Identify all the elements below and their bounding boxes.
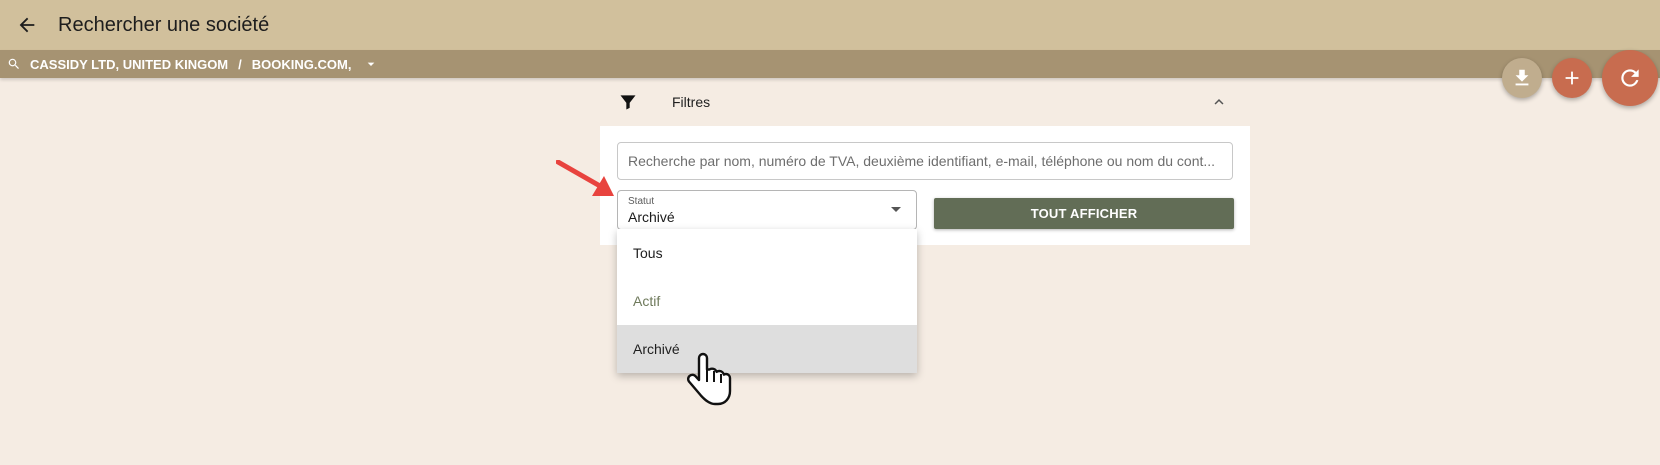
chevron-up-icon[interactable] [1210, 93, 1228, 111]
filters-header[interactable]: Filtres [600, 84, 1250, 120]
status-option-archive[interactable]: Archivé [617, 325, 917, 373]
download-button[interactable] [1502, 58, 1542, 98]
filters-panel: Statut Archivé TOUT AFFICHER [600, 126, 1250, 245]
arrow-left-icon [19, 17, 35, 33]
back-button[interactable] [14, 12, 40, 38]
filters-label: Filtres [672, 94, 711, 110]
status-select[interactable]: Statut Archivé [617, 190, 917, 230]
search-icon [7, 57, 21, 71]
refresh-icon [1621, 69, 1639, 87]
status-option-tous[interactable]: Tous [617, 229, 917, 277]
add-button[interactable] [1552, 58, 1592, 98]
caret-down-icon [890, 205, 902, 215]
breadcrumb-item-company-2[interactable]: BOOKING.COM, [252, 57, 352, 72]
status-value: Archivé [628, 209, 675, 225]
caret-down-icon[interactable] [363, 56, 379, 72]
status-dropdown-menu: Tous Actif Archivé [617, 229, 917, 373]
breadcrumb-separator: / [238, 56, 242, 72]
filter-icon [618, 92, 638, 112]
download-icon [1515, 69, 1529, 86]
hand-cursor-icon [686, 352, 732, 406]
annotation-arrow-icon [556, 160, 614, 196]
page-title: Rechercher une société [58, 13, 270, 36]
status-option-actif[interactable]: Actif [617, 277, 917, 325]
search-input[interactable] [617, 142, 1233, 180]
breadcrumb-item-company-1[interactable]: CASSIDY LTD, UNITED KINGOM [30, 57, 228, 72]
show-all-button[interactable]: TOUT AFFICHER [934, 198, 1234, 229]
top-app-bar: Rechercher une société [0, 0, 1660, 50]
status-label: Statut [628, 196, 655, 207]
refresh-button[interactable] [1602, 50, 1658, 106]
plus-icon [1565, 71, 1579, 85]
breadcrumb: CASSIDY LTD, UNITED KINGOM / BOOKING.COM… [0, 50, 1660, 78]
